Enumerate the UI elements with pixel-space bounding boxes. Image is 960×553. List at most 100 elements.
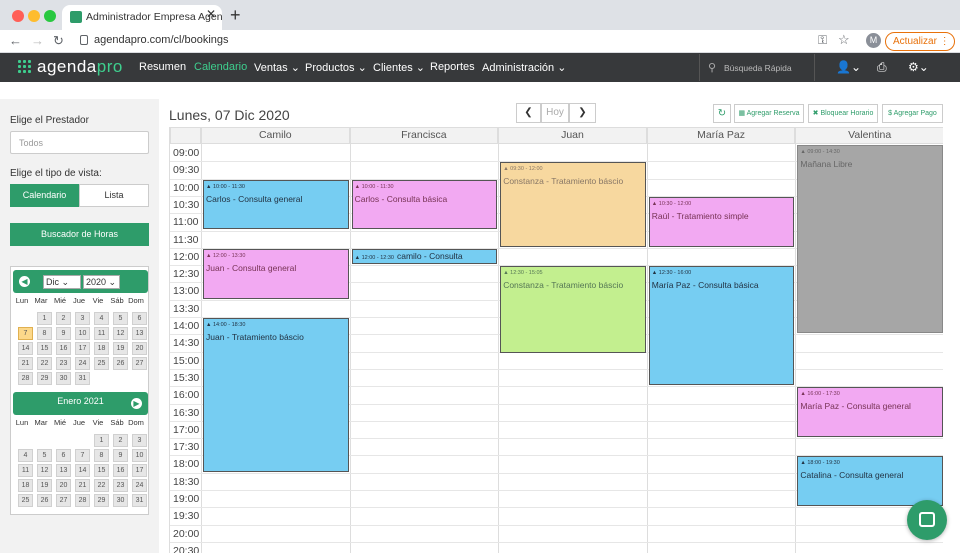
mini-cal-day[interactable]: 17 — [75, 342, 90, 355]
mini-cal-day[interactable]: 21 — [18, 357, 33, 370]
mini-cal-day[interactable]: 27 — [132, 357, 147, 370]
update-browser-button[interactable]: Actualizar ⋮ — [885, 32, 955, 51]
mini-cal-day[interactable]: 4 — [18, 449, 33, 462]
print-icon[interactable]: ⎙ — [877, 60, 887, 75]
mini-cal-day[interactable]: 23 — [113, 479, 128, 492]
mini-cal-day[interactable]: 11 — [94, 327, 109, 340]
nav-calendario[interactable]: Calendario — [194, 61, 247, 73]
mini-cal-day[interactable]: 8 — [37, 327, 52, 340]
mini-cal-day[interactable]: 7 — [75, 449, 90, 462]
month-select[interactable]: Dic ⌄ — [43, 275, 81, 289]
mini-cal-day[interactable]: 8 — [94, 449, 109, 462]
mini-cal-day[interactable]: 14 — [75, 464, 90, 477]
block-hour-button[interactable]: ✖ Bloquear Horario — [808, 104, 878, 123]
mini-cal-day[interactable]: 18 — [18, 479, 33, 492]
mini-cal-day[interactable]: 20 — [132, 342, 147, 355]
reload-icon[interactable]: ↻ — [53, 33, 64, 49]
mini-cal-day[interactable]: 26 — [113, 357, 128, 370]
mini-cal-day[interactable]: 5 — [113, 312, 128, 325]
nav-administracion[interactable]: Administración ⌄ — [482, 61, 566, 74]
key-icon[interactable]: ⚿ — [818, 33, 827, 48]
mini-cal-day[interactable]: 6 — [56, 449, 71, 462]
mini-cal-day[interactable]: 3 — [75, 312, 90, 325]
booking-event[interactable]: ▲ 12:30 - 15:05 Constanza - Tratamiento b… — [500, 266, 646, 354]
mini-cal-day[interactable]: 15 — [94, 464, 109, 477]
mini-cal-day[interactable]: 31 — [75, 372, 90, 385]
add-booking-button[interactable]: ▦ Agregar Reserva — [734, 104, 804, 123]
profile-avatar[interactable]: M — [866, 33, 881, 48]
year-select[interactable]: 2020 ⌄ — [83, 275, 120, 289]
mini-cal-day[interactable]: 30 — [56, 372, 71, 385]
mini-cal-day[interactable]: 19 — [113, 342, 128, 355]
booking-event[interactable]: ▲ 10:00 - 11:30 Carlos - Consulta general — [203, 179, 349, 230]
user-menu-icon[interactable]: 👤⌄ — [836, 60, 861, 74]
view-list-button[interactable]: Lista — [79, 184, 149, 207]
mini-cal-day[interactable]: 23 — [56, 357, 71, 370]
lock-icon[interactable] — [80, 35, 88, 45]
mini-cal-day[interactable]: 16 — [113, 464, 128, 477]
provider-select[interactable]: Todos — [10, 131, 149, 154]
booking-event[interactable]: ▲ 09:00 - 14:30 Mañana Libre — [797, 145, 943, 334]
minimize-window-icon[interactable] — [28, 10, 40, 22]
booking-event[interactable]: ▲ 12:30 - 16:00 María Paz - Consulta bási… — [648, 266, 795, 386]
mini-cal-day[interactable]: 12 — [113, 327, 128, 340]
new-tab-icon[interactable]: + — [230, 5, 241, 26]
nav-productos[interactable]: Productos ⌄ — [305, 61, 367, 74]
mini-cal-day[interactable]: 22 — [37, 357, 52, 370]
nav-reportes[interactable]: Reportes — [430, 61, 475, 73]
mini-cal-day[interactable]: 13 — [56, 464, 71, 477]
booking-event[interactable]: ▲ 18:00 - 19:30 Catalina - Consulta gener… — [797, 456, 943, 507]
mini-cal-day[interactable]: 24 — [132, 479, 147, 492]
mini-cal-day[interactable]: 2 — [113, 434, 128, 447]
mini-cal-day[interactable]: 11 — [18, 464, 33, 477]
booking-event[interactable]: ▲ 09:30 - 12:00 Constanza - Tratamiento b… — [500, 162, 646, 247]
mini-cal-day[interactable]: 28 — [18, 372, 33, 385]
mini-cal-day[interactable]: 9 — [56, 327, 71, 340]
mini-cal-day[interactable]: 27 — [56, 494, 71, 507]
next-day-button[interactable]: ❯ — [569, 103, 596, 123]
today-button[interactable]: Hoy — [541, 103, 569, 123]
mini-cal-day[interactable]: 9 — [113, 449, 128, 462]
mini-cal-day[interactable]: 10 — [75, 327, 90, 340]
mini-cal-day[interactable]: 30 — [113, 494, 128, 507]
booking-event[interactable]: ▲ 12:00 - 12:30 camilo - Consulta — [351, 248, 498, 265]
settings-gear-icon[interactable]: ⚙⌄ — [908, 60, 929, 74]
mini-cal-day[interactable]: 15 — [37, 342, 52, 355]
chat-widget-button[interactable] — [907, 500, 947, 540]
mini-cal-day[interactable]: 1 — [37, 312, 52, 325]
app-logo[interactable]: agendapro — [37, 57, 123, 77]
booking-event[interactable]: ▲ 10:30 - 12:00 Raúl - Tratamiento simple — [648, 196, 795, 247]
booking-event[interactable]: ▲ 10:00 - 11:30 Carlos - Consulta básica — [351, 179, 498, 230]
mini-cal-day[interactable]: 16 — [56, 342, 71, 355]
mini-cal-day[interactable]: 22 — [94, 479, 109, 492]
mini-cal-day[interactable]: 14 — [18, 342, 33, 355]
mini-cal-day[interactable]: 25 — [18, 494, 33, 507]
prev-day-button[interactable]: ❮ — [516, 103, 541, 123]
mini-cal-day[interactable]: 10 — [132, 449, 147, 462]
nav-ventas[interactable]: Ventas ⌄ — [254, 61, 300, 74]
nav-clientes[interactable]: Clientes ⌄ — [373, 61, 425, 74]
hours-search-button[interactable]: Buscador de Horas — [10, 223, 149, 246]
mini-cal-day[interactable]: 6 — [132, 312, 147, 325]
mini-cal-day[interactable]: 29 — [37, 372, 52, 385]
mini-cal-day[interactable]: 13 — [132, 327, 147, 340]
bookmark-star-icon[interactable]: ☆ — [838, 32, 850, 48]
back-icon[interactable]: ← — [9, 33, 22, 48]
mini-cal-day[interactable]: 21 — [75, 479, 90, 492]
mini-cal-day[interactable]: 18 — [94, 342, 109, 355]
mini-cal-day[interactable]: 1 — [94, 434, 109, 447]
browser-tab[interactable]: Administrador Empresa Agenda — [62, 5, 222, 30]
mini-cal-day[interactable]: 5 — [37, 449, 52, 462]
mini-cal-day[interactable]: 12 — [37, 464, 52, 477]
nav-resumen[interactable]: Resumen — [139, 61, 186, 73]
mini-cal-day[interactable]: 31 — [132, 494, 147, 507]
close-tab-icon[interactable]: ✕ — [206, 7, 216, 21]
mini-cal-day[interactable]: 29 — [94, 494, 109, 507]
mini-cal-day[interactable]: 26 — [37, 494, 52, 507]
next-month-icon[interactable]: ▶ — [131, 398, 142, 409]
view-calendar-button[interactable]: Calendario — [10, 184, 79, 207]
prev-month-icon[interactable]: ◀ — [19, 276, 30, 287]
add-payment-button[interactable]: $ Agregar Pago — [882, 104, 943, 123]
forward-icon[interactable]: → — [31, 33, 44, 48]
mini-cal-day[interactable]: 2 — [56, 312, 71, 325]
